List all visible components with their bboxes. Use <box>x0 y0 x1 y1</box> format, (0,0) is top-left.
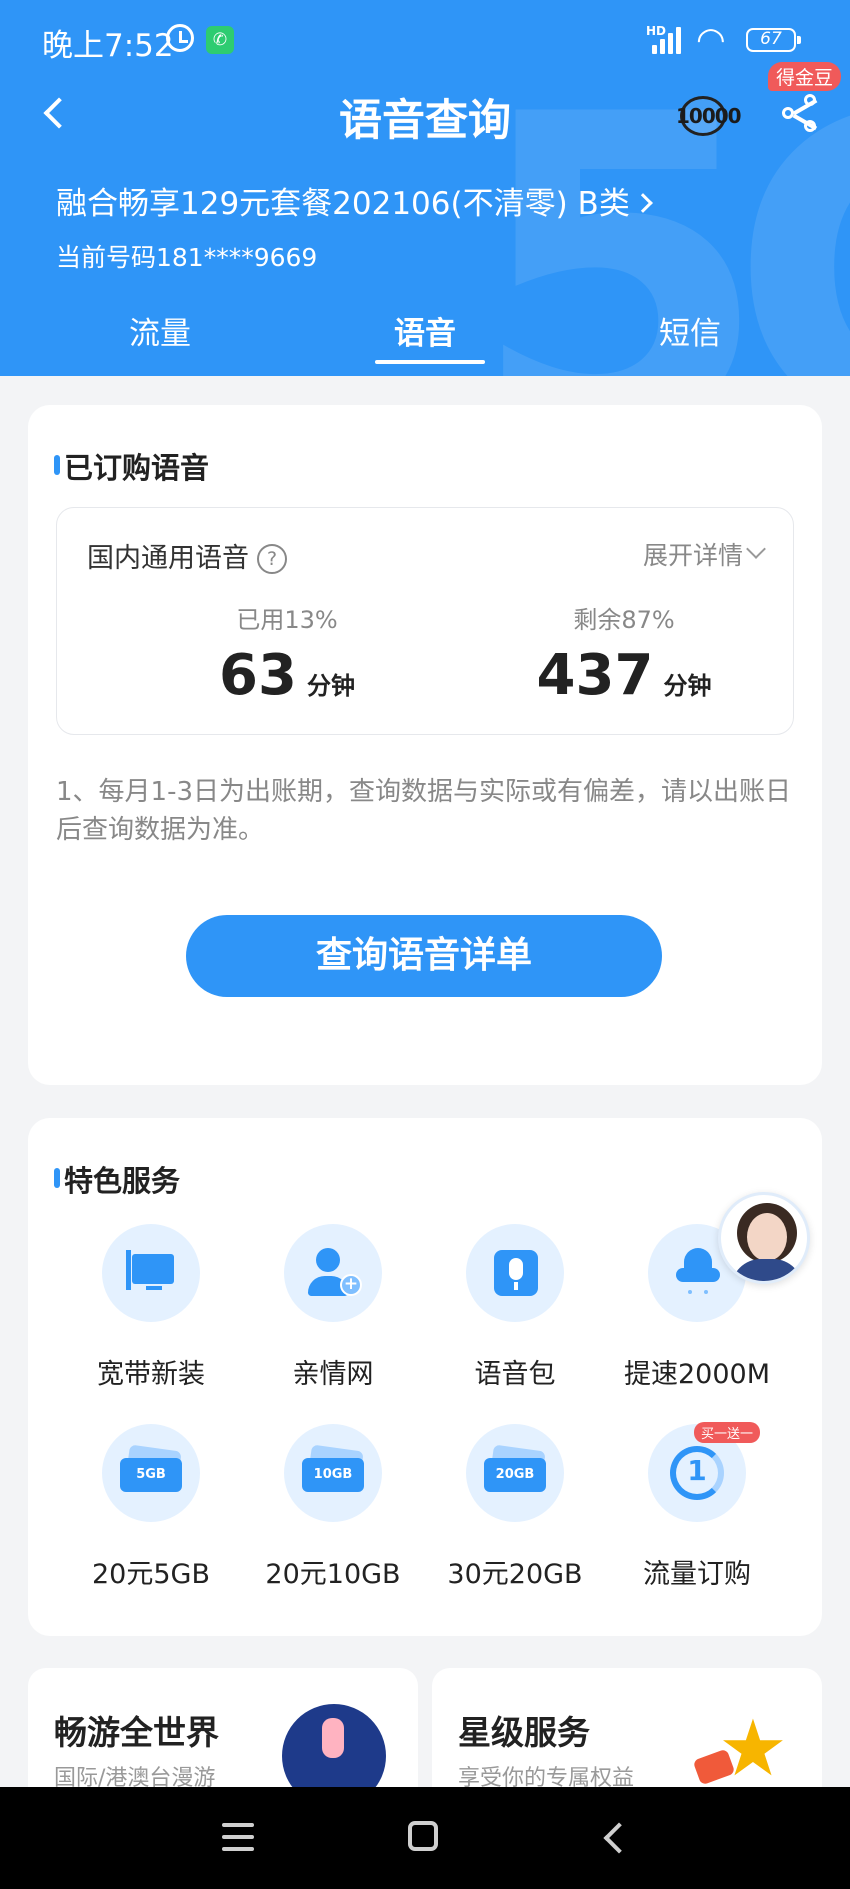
service-number: 10000 <box>676 104 742 128</box>
promo-title: 畅游全世界 <box>54 1713 219 1752</box>
section-title: 特色服务 <box>53 1158 180 1200</box>
remaining-value: 437 <box>536 643 654 708</box>
tab-bar: 流量 语音 短信 <box>0 304 850 364</box>
signal-icon <box>648 26 688 54</box>
used-unit: 分钟 <box>306 672 355 700</box>
service-label: 语音包 <box>474 1359 556 1390</box>
chevron-right-icon <box>632 193 653 213</box>
remaining-unit: 分钟 <box>663 672 712 700</box>
assistant-avatar[interactable] <box>718 1192 810 1284</box>
tab-voice[interactable]: 语音 <box>325 308 525 364</box>
feature-services-card: 特色服务 宽带新装 + 亲情网 语音包 提速2000M 5GB 20元5GB 1… <box>28 1118 822 1636</box>
used-value: 63 <box>219 643 297 708</box>
home-icon[interactable] <box>408 1821 438 1851</box>
expand-details-link[interactable]: 展开详情 <box>643 536 743 572</box>
service-label: 30元20GB <box>447 1559 583 1590</box>
service-data-5gb[interactable]: 5GB 20元5GB <box>56 1424 246 1591</box>
alarm-icon <box>166 24 194 52</box>
plan-name-link[interactable]: 融合畅享129元套餐202106(不清零) B类 <box>56 178 653 223</box>
ticket-icon: 20GB <box>466 1424 564 1522</box>
ticket-icon: 10GB <box>284 1424 382 1522</box>
phone-call-icon: ✆ <box>206 26 234 54</box>
broadband-icon <box>102 1224 200 1322</box>
system-nav-bar <box>0 1787 850 1889</box>
gold-bean-badge[interactable]: 得金豆 <box>768 62 842 91</box>
share-button[interactable] <box>780 90 824 138</box>
service-label: 20元10GB <box>265 1559 401 1590</box>
status-bar: 晚上7:52 ✆ HD ◠ 67 <box>0 0 850 80</box>
section-title: 已订购语音 <box>53 445 209 487</box>
service-label: 亲情网 <box>292 1359 374 1390</box>
remaining-stat: 剩余87% 437 分钟 <box>494 600 754 708</box>
ticket-icon: 5GB <box>102 1424 200 1522</box>
service-data-10gb[interactable]: 10GB 20元10GB <box>238 1424 428 1591</box>
buy-one-get-one-badge: 买一送一 <box>694 1422 761 1443</box>
menu-icon[interactable] <box>222 1823 254 1851</box>
promo-title: 星级服务 <box>458 1713 590 1752</box>
wifi-icon: ◠ <box>696 20 726 60</box>
family-network-icon: + <box>284 1224 382 1322</box>
chevron-down-icon[interactable] <box>746 539 766 559</box>
service-label: 流量订购 <box>643 1559 751 1590</box>
service-label: 宽带新装 <box>97 1359 205 1390</box>
help-icon[interactable]: ? <box>257 544 287 574</box>
voice-item-name: 国内通用语音 <box>87 543 249 574</box>
current-number: 当前号码181****9669 <box>56 243 318 272</box>
tab-sms[interactable]: 短信 <box>590 308 790 353</box>
tab-data[interactable]: 流量 <box>60 308 260 353</box>
customer-service-button[interactable]: 10000 <box>676 92 742 140</box>
billing-note: 1、每月1-3日为出账期，查询数据与实际或有偏差，请以出账日后查询数据为准。 <box>56 777 792 845</box>
service-family-network[interactable]: + 亲情网 <box>238 1224 428 1391</box>
voice-pack-icon <box>466 1224 564 1322</box>
voice-usage-box: 国内通用语音? 展开详情 已用13% 63 分钟 剩余87% 437 分钟 <box>56 507 794 735</box>
battery-icon: 67 <box>746 28 801 52</box>
service-label: 20元5GB <box>92 1559 210 1590</box>
plan-name: 融合畅享129元套餐202106(不清零) B类 <box>56 186 630 222</box>
service-data-order[interactable]: 1 流量订购 <box>602 1424 792 1591</box>
remaining-caption: 剩余87% <box>573 606 675 634</box>
service-broadband[interactable]: 宽带新装 <box>56 1224 246 1391</box>
service-label: 提速2000M <box>623 1359 770 1390</box>
query-voice-detail-button[interactable]: 查询语音详单 <box>186 915 662 997</box>
service-voice-pack[interactable]: 语音包 <box>420 1224 610 1391</box>
nav-back-icon[interactable] <box>600 1823 628 1851</box>
subscribed-voice-card: 已订购语音 国内通用语音? 展开详情 已用13% 63 分钟 剩余87% 437 分… <box>28 405 822 1085</box>
used-stat: 已用13% 63 分钟 <box>157 600 417 708</box>
voice-item-label: 国内通用语音? <box>87 536 287 575</box>
used-caption: 已用13% <box>236 606 338 634</box>
status-time: 晚上7:52 <box>42 28 174 64</box>
header: 5G 晚上7:52 ✆ HD ◠ 67 语音查询 10000 得金豆 融合畅享1… <box>0 0 850 376</box>
service-data-20gb[interactable]: 20GB 30元20GB <box>420 1424 610 1591</box>
back-button[interactable] <box>36 90 76 134</box>
